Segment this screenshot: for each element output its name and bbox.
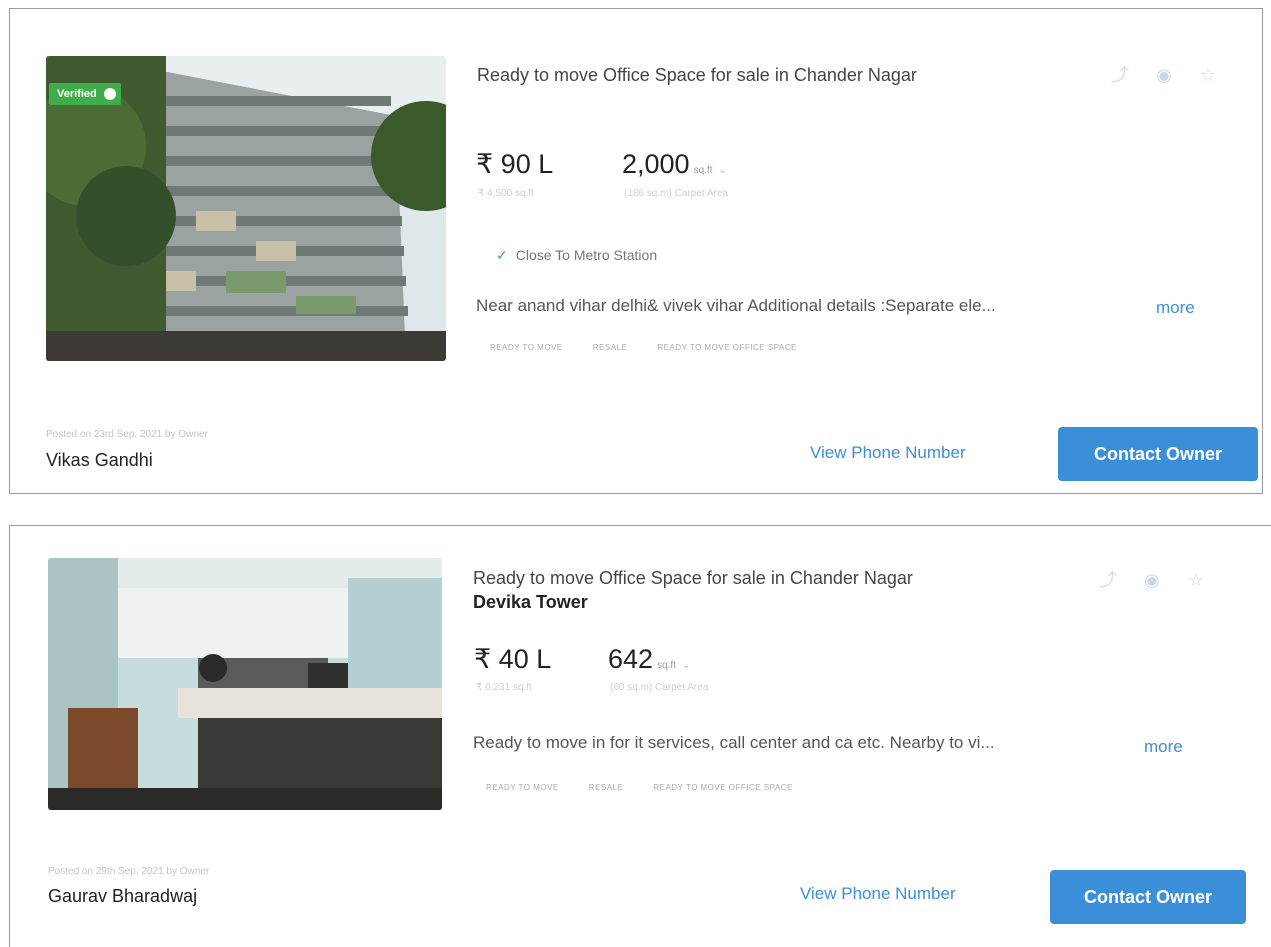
description: Ready to move in for it services, call c… (473, 733, 995, 752)
area-unit: sq.ft (693, 165, 713, 176)
listing-card[interactable]: Verified Ready to move Office Space for … (9, 8, 1263, 494)
listing-actions: ⤴ ◉ ☆ (1098, 570, 1206, 590)
area-type: (186 sq.m) Carpet Area (624, 188, 728, 199)
tag: READY TO MOVE (486, 783, 559, 792)
office-photo-image (48, 558, 442, 810)
tag-list: READY TO MOVE RESALE READY TO MOVE OFFIC… (486, 783, 793, 792)
verified-label: Verified (57, 88, 97, 100)
tag-list: READY TO MOVE RESALE READY TO MOVE OFFIC… (490, 343, 797, 352)
price: ₹ 90 L (476, 149, 554, 179)
more-link[interactable]: more (1156, 298, 1195, 318)
area-unit: sq.ft (657, 660, 676, 671)
share-icon[interactable]: ⤴ (1098, 570, 1118, 590)
price-per-sqft: ₹ 6,231 sq.ft (476, 682, 532, 693)
area: 642 sq.ft ⌄ (608, 644, 690, 675)
area-value: 2,000 (622, 149, 690, 179)
view-phone-number-link[interactable]: View Phone Number (800, 884, 956, 904)
owner-name: Vikas Gandhi (46, 450, 153, 470)
highlight: ✓ Close To Metro Station (496, 247, 657, 264)
star-icon[interactable]: ☆ (1198, 65, 1218, 85)
share-icon[interactable]: ⤴ (1110, 65, 1130, 85)
more-link[interactable]: more (1144, 737, 1183, 757)
tag: READY TO MOVE OFFICE SPACE (653, 783, 793, 792)
posted-info: Posted on 29th Sep, 2021 by Owner (48, 866, 210, 877)
property-photo[interactable] (48, 558, 442, 810)
description: Near anand vihar delhi& vivek vihar Addi… (476, 296, 996, 315)
tag: RESALE (588, 783, 624, 792)
project-name[interactable]: Devika Tower (473, 592, 588, 613)
verified-badge: Verified (49, 83, 121, 105)
area-value: 642 (608, 644, 654, 674)
check-icon: ✓ (496, 247, 508, 263)
price: ₹ 40 L (474, 644, 552, 674)
chevron-down-icon[interactable]: ⌄ (718, 165, 726, 176)
listing-actions: ⤴ ◉ ☆ (1110, 65, 1218, 85)
tag: RESALE (592, 343, 628, 352)
info-icon (103, 88, 116, 100)
eye-icon[interactable]: ◉ (1142, 570, 1162, 590)
view-phone-number-link[interactable]: View Phone Number (810, 443, 966, 463)
star-icon[interactable]: ☆ (1186, 570, 1206, 590)
listing-title[interactable]: Ready to move Office Space for sale in C… (473, 568, 913, 589)
tag: READY TO MOVE OFFICE SPACE (657, 343, 797, 352)
listing-title[interactable]: Ready to move Office Space for sale in C… (477, 65, 917, 86)
chevron-down-icon[interactable]: ⌄ (682, 660, 690, 671)
contact-owner-button[interactable]: Contact Owner (1050, 870, 1246, 924)
eye-icon[interactable]: ◉ (1154, 65, 1174, 85)
owner-name: Gaurav Bharadwaj (48, 886, 198, 906)
contact-owner-button[interactable]: Contact Owner (1058, 427, 1258, 481)
property-photo[interactable]: Verified (46, 56, 446, 361)
area-type: (60 sq.m) Carpet Area (610, 682, 709, 693)
listing-card[interactable]: Ready to move Office Space for sale in C… (9, 525, 1271, 947)
posted-info: Posted on 23rd Sep, 2021 by Owner (46, 429, 208, 440)
area: 2,000 sq.ft ⌄ (622, 149, 727, 180)
price-per-sqft: ₹ 4,500 sq.ft (478, 188, 534, 199)
highlight-label: Close To Metro Station (515, 247, 658, 263)
tag: READY TO MOVE (490, 343, 563, 352)
